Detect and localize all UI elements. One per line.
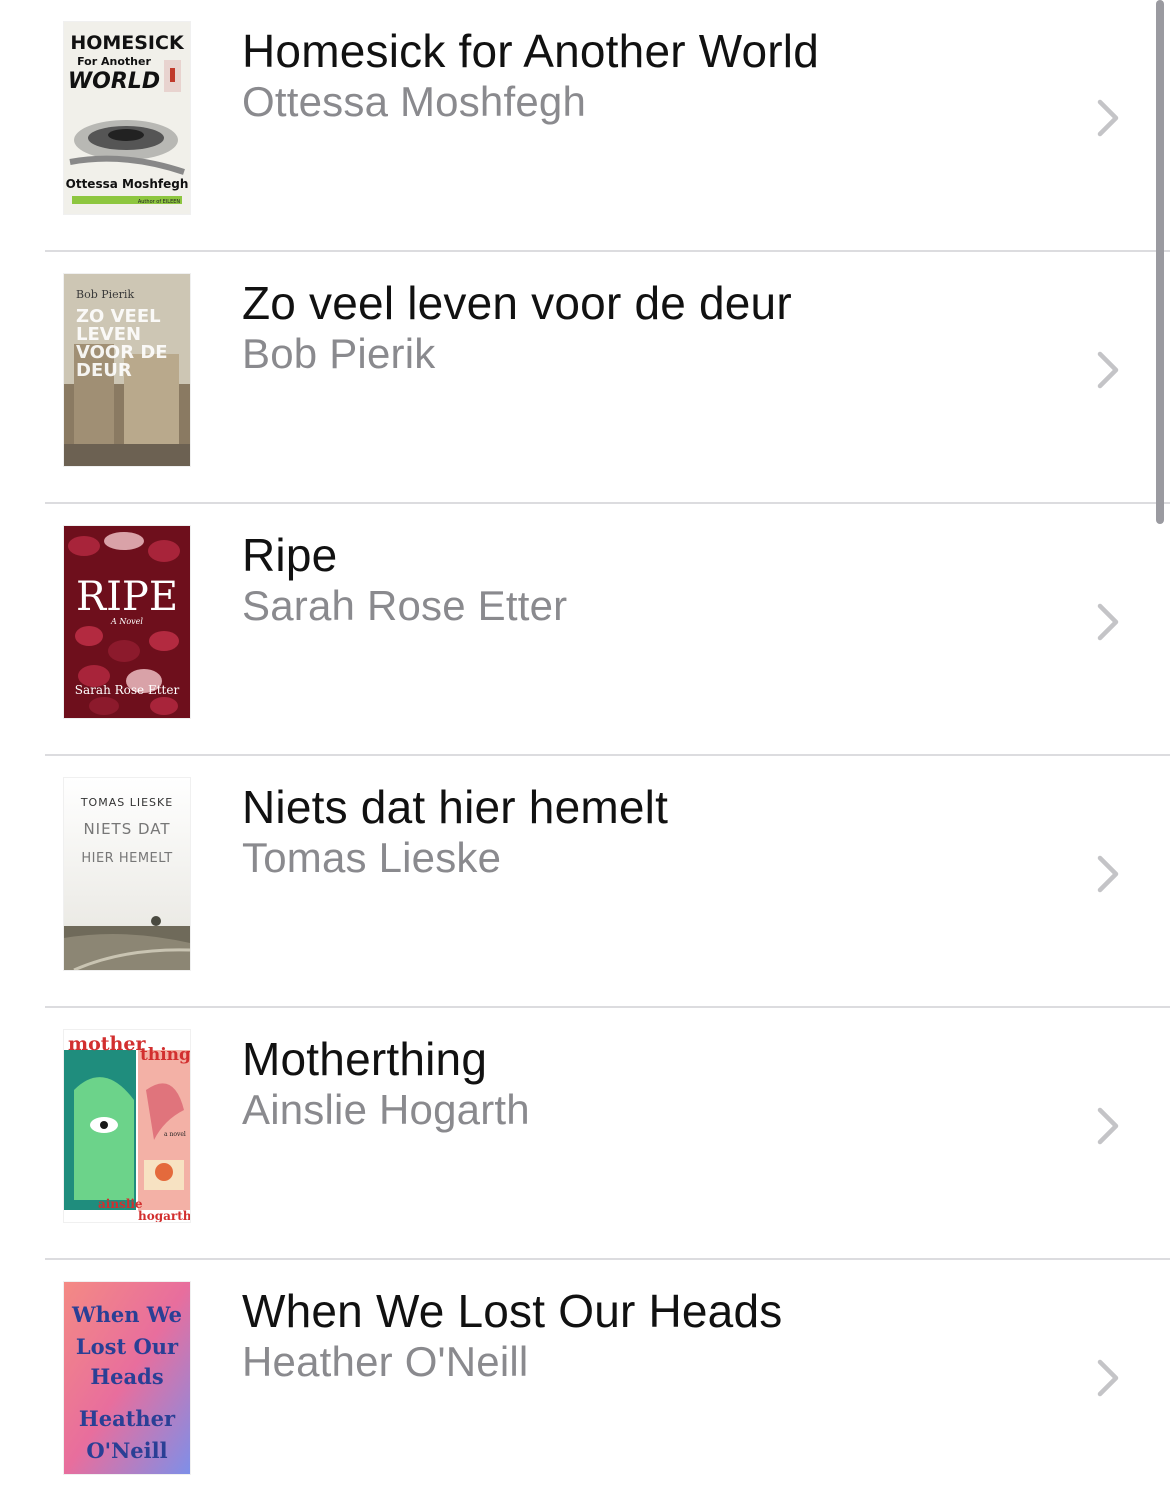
book-author: Ainslie Hogarth (242, 1086, 530, 1133)
book-cover: TOMAS LIESKE NIETS DAT HIER HEMELT (64, 778, 190, 970)
chevron-right-icon (1097, 351, 1119, 389)
book-title: Zo veel leven voor de deur (242, 277, 792, 329)
book-author: Ottessa Moshfegh (242, 78, 587, 125)
book-title: When We Lost Our Heads (242, 1285, 783, 1337)
chevron-right-icon (1097, 855, 1119, 893)
cover-text: WORLD (68, 69, 160, 94)
book-row[interactable]: TOMAS LIESKE NIETS DAT HIER HEMELT Niets… (0, 756, 1170, 1008)
book-list: HOMESICK For Another WORLD Ottessa Moshf… (0, 0, 1170, 1493)
book-title: Ripe (242, 529, 338, 581)
cover-text: Lost Our (76, 1334, 179, 1359)
chevron-right-icon (1097, 603, 1119, 641)
book-cover: mother thing a novel ainslie hogarth (64, 1030, 190, 1222)
cover-text: Heather (79, 1406, 176, 1431)
chevron-right-icon (1097, 1359, 1119, 1397)
cover-text: mother (68, 1033, 146, 1055)
book-row[interactable]: RIPE A Novel Sarah Rose Etter Ripe Sarah… (0, 504, 1170, 756)
cover-text: Author of EILEEN (138, 199, 181, 205)
cover-text: Heads (90, 1364, 163, 1389)
book-cover: Bob Pierik ZO VEEL LEVEN VOOR DE DEUR (64, 274, 190, 466)
book-author: Tomas Lieske (242, 834, 502, 881)
cover-text: O'Neill (86, 1438, 167, 1463)
cover-text: TOMAS LIESKE (80, 796, 173, 809)
book-row[interactable]: Bob Pierik ZO VEEL LEVEN VOOR DE DEUR Zo… (0, 252, 1170, 504)
book-row[interactable]: When We Lost Our Heads Heather O'Neill W… (0, 1260, 1170, 1493)
book-author: Heather O'Neill (242, 1338, 529, 1385)
book-title: Niets dat hier hemelt (242, 781, 669, 833)
cover-text: A Novel (110, 617, 143, 626)
cover-text: When We (71, 1302, 182, 1327)
chevron-right-icon (1097, 99, 1119, 137)
scrollbar[interactable] (1156, 0, 1164, 524)
cover-text: Ottessa Moshfegh (66, 177, 189, 191)
book-row[interactable]: HOMESICK For Another WORLD Ottessa Moshf… (0, 0, 1170, 252)
book-title: Homesick for Another World (242, 25, 820, 77)
cover-text: HOMESICK (70, 32, 185, 54)
book-cover: When We Lost Our Heads Heather O'Neill (64, 1282, 190, 1474)
cover-text: Sarah Rose Etter (75, 683, 180, 697)
cover-text: For Another (77, 55, 151, 68)
cover-text: DEUR (76, 360, 132, 381)
book-cover: RIPE A Novel Sarah Rose Etter (64, 526, 190, 718)
book-author: Sarah Rose Etter (242, 582, 568, 629)
cover-text: Bob Pierik (76, 288, 134, 301)
cover-text: hogarth (138, 1209, 190, 1222)
cover-text: a novel (164, 1131, 186, 1138)
cover-text: RIPE (76, 574, 178, 620)
book-cover: HOMESICK For Another WORLD Ottessa Moshf… (64, 22, 190, 214)
cover-text: NIETS DAT (83, 820, 170, 838)
chevron-right-icon (1097, 1107, 1119, 1145)
book-author: Bob Pierik (242, 330, 436, 377)
book-title: Motherthing (242, 1033, 488, 1085)
cover-text: thing (140, 1045, 190, 1065)
book-row[interactable]: mother thing a novel ainslie hogarth Mot… (0, 1008, 1170, 1260)
cover-text: HIER HEMELT (81, 851, 172, 866)
cover-text: ainslie (98, 1197, 143, 1211)
